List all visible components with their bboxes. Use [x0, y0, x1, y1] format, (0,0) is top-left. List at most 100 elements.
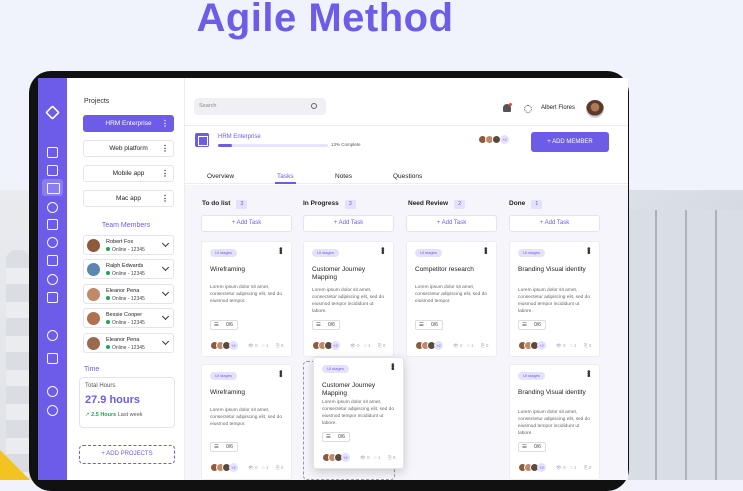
more-members-badge: +2 [331, 341, 340, 350]
team-member[interactable]: Robert Fox Online - 12345 [83, 235, 174, 255]
person-icon[interactable] [47, 202, 58, 213]
more-members-badge: +2 [537, 463, 546, 472]
project-item[interactable]: Web platform ⋮ [83, 140, 174, 157]
search-input[interactable]: Search [194, 98, 326, 115]
add-task-button[interactable]: + Add Task [201, 215, 292, 232]
checklist-badge[interactable]: 0/6 [518, 320, 546, 330]
views-count: 👁 0 [556, 343, 566, 348]
count-badge: 3 [236, 200, 248, 209]
tab-tasks[interactable]: Tasks [275, 173, 296, 184]
checklist-badge[interactable]: 0/6 [210, 442, 238, 452]
tag-badge: UI stages [312, 249, 339, 257]
tab-overview[interactable]: Overview [207, 173, 234, 180]
more-icon[interactable]: ••• [481, 247, 491, 253]
member-status: Online - 12345 [106, 320, 145, 326]
chevron-down-icon[interactable] [161, 239, 170, 248]
card-title: Branding Visual identity [518, 389, 586, 396]
more-icon[interactable]: ⋮ [161, 116, 169, 131]
users-icon[interactable] [47, 165, 58, 176]
project-label: HRM Enterprise [105, 120, 152, 127]
task-card[interactable]: UI stages ••• Competitor research Lorem … [406, 241, 497, 357]
checklist-badge[interactable]: 0/6 [210, 320, 238, 330]
clipboard-icon[interactable] [47, 292, 58, 303]
task-card[interactable]: UI stages ••• Customer Journey Mapping L… [303, 241, 394, 357]
member-status: Online - 12345 [106, 296, 145, 302]
globe-icon[interactable] [47, 330, 58, 341]
task-card[interactable]: UI stages ••• Branding Visual identity L… [509, 364, 600, 480]
attachments-count: ⎘ 0 [378, 343, 386, 348]
more-icon[interactable]: ••• [388, 363, 398, 369]
dashboard-icon[interactable] [47, 147, 58, 158]
help-icon[interactable] [47, 405, 58, 416]
checklist-badge[interactable]: 0/6 [415, 320, 443, 330]
bell-icon[interactable] [503, 103, 512, 112]
checklist-badge[interactable]: 0/6 [518, 442, 546, 452]
chevron-down-icon[interactable] [161, 337, 170, 346]
comments-count: ○ 1 [262, 465, 269, 470]
monitor-icon[interactable] [47, 353, 58, 364]
calendar-icon[interactable] [42, 179, 63, 196]
member-name: Eleanor Pena [106, 337, 140, 343]
chevron-down-icon[interactable] [161, 312, 170, 321]
comments-count: ○ 1 [364, 343, 371, 348]
gear-icon[interactable] [47, 386, 58, 397]
progress-fill [218, 144, 233, 147]
more-icon[interactable]: ⋮ [161, 191, 169, 206]
member-name: Bessie Cooper [106, 312, 143, 318]
add-member-button[interactable]: + ADD MEMBER [531, 132, 609, 152]
views-count: 👁 0 [248, 343, 258, 348]
project-item[interactable]: HRM Enterprise ⋮ [83, 115, 174, 132]
comments-count: ○ 1 [570, 465, 577, 470]
gear-icon[interactable] [524, 105, 532, 113]
task-card[interactable]: UI stages ••• Wireframing Lorem ipsum do… [201, 241, 292, 357]
online-dot-icon [106, 296, 110, 300]
user-avatar[interactable] [586, 100, 604, 118]
settings-cog-icon[interactable] [47, 274, 58, 285]
project-name: HRM Enterprise [218, 134, 261, 140]
checklist-badge[interactable]: 0/6 [322, 432, 350, 442]
chevron-down-icon[interactable] [161, 263, 170, 272]
more-icon[interactable]: ⋮ [161, 166, 169, 181]
card-title: Branding Visual identity [518, 266, 586, 273]
document-icon[interactable] [47, 219, 58, 230]
task-card-dragging[interactable]: UI stages ••• Customer Journey Mapping L… [313, 357, 404, 469]
card-footer: +2 👁 0 ○ 1 ⎘ 0 [210, 341, 290, 351]
add-task-button[interactable]: + Add Task [509, 215, 600, 232]
more-icon[interactable]: ••• [276, 370, 286, 376]
project-label: Web platform [109, 145, 148, 152]
briefcase-icon[interactable] [47, 255, 58, 266]
project-item[interactable]: Mac app ⋮ [83, 190, 174, 207]
team-members-title: Team Members [101, 222, 151, 229]
team-member[interactable]: Ralph Edwards Online - 12345 [83, 259, 174, 279]
timer-icon[interactable] [47, 237, 58, 248]
more-icon[interactable]: ••• [584, 370, 594, 376]
more-members-badge: +2 [537, 341, 546, 350]
more-icon[interactable]: ••• [584, 247, 594, 253]
task-card[interactable]: UI stages ••• Branding Visual identity L… [509, 241, 600, 357]
project-item[interactable]: Mobile app ⋮ [83, 165, 174, 182]
more-icon[interactable]: ⋮ [161, 141, 169, 156]
card-description: Lorem ipsum dolor sit amet, consectetur … [210, 408, 282, 427]
card-description: Lorem ipsum dolor sit amet, consectetur … [518, 410, 590, 436]
total-hours-value: 27.9 hours [85, 394, 141, 406]
tag-badge: UI stages [415, 249, 442, 257]
team-member[interactable]: Eleanor Pena Online - 12345 [83, 284, 174, 304]
chevron-down-icon[interactable] [161, 288, 170, 297]
tab-questions[interactable]: Questions [393, 173, 422, 180]
task-card[interactable]: UI stages ••• Wireframing Lorem ipsum do… [201, 364, 292, 480]
avatar [87, 337, 100, 350]
card-description: Lorem ipsum dolor sit amet, consectetur … [415, 285, 487, 304]
main-panel: Search Albert Flores HRM Enterprise 13% … [185, 78, 628, 480]
checklist-badge[interactable]: 0/6 [312, 320, 340, 330]
team-member[interactable]: Eleanor Pena Online - 12345 [83, 333, 174, 353]
progress-label: 13% Complete [331, 142, 361, 147]
more-icon[interactable]: ••• [378, 247, 388, 253]
team-member[interactable]: Bessie Cooper Online - 12345 [83, 308, 174, 328]
add-task-button[interactable]: + Add Task [406, 215, 497, 232]
online-dot-icon [106, 247, 110, 251]
hours-delta: ↗ 2.5 Hours Last week [85, 412, 143, 418]
tab-notes[interactable]: Notes [335, 173, 352, 180]
add-task-button[interactable]: + Add Task [303, 215, 394, 232]
add-projects-button[interactable]: + ADD PROJECTS [79, 445, 175, 464]
more-icon[interactable]: ••• [276, 247, 286, 253]
